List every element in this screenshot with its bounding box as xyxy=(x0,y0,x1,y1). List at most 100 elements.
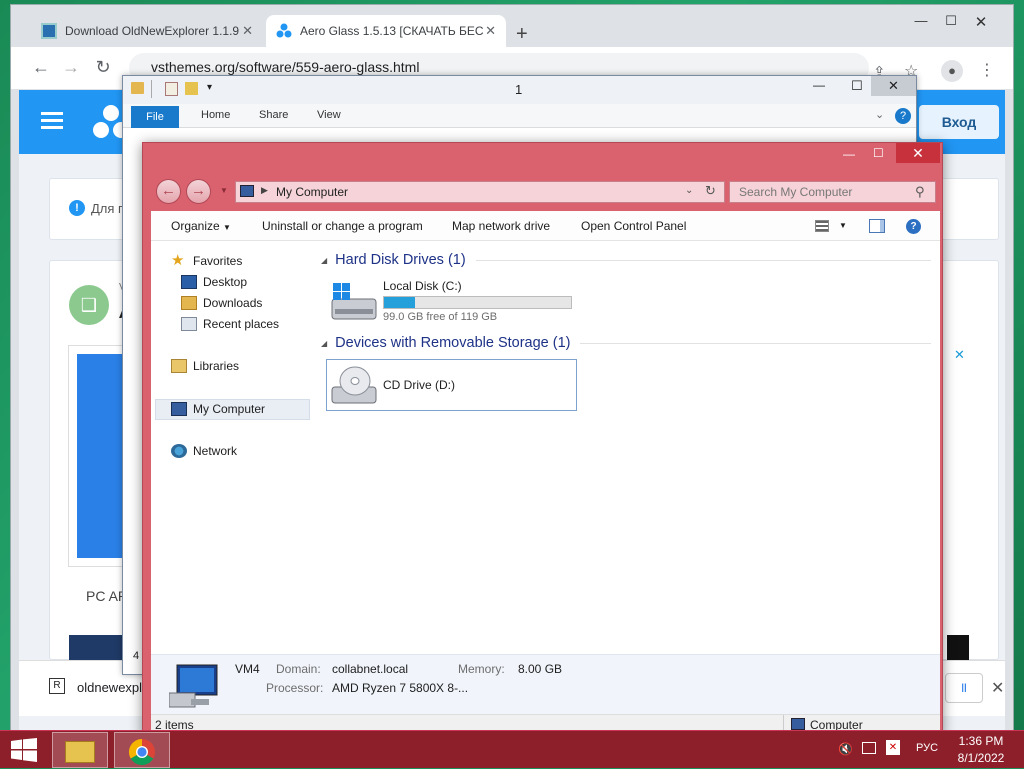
profile-avatar-icon[interactable]: ● xyxy=(941,60,963,82)
maximize-button[interactable]: ☐ xyxy=(936,13,966,29)
reload-icon[interactable]: ↻ xyxy=(91,57,115,78)
address-breadcrumb[interactable]: My Computer xyxy=(235,181,725,203)
taskbar-file-explorer[interactable] xyxy=(52,732,108,768)
help-icon[interactable]: ? xyxy=(906,219,921,234)
maximize-button[interactable]: ☐ xyxy=(873,146,884,160)
ribbon-tab-home[interactable]: Home xyxy=(201,109,230,121)
group-divider xyxy=(475,259,931,261)
new-folder-icon[interactable] xyxy=(185,82,198,95)
open-control-panel-button[interactable]: Open Control Panel xyxy=(581,219,686,233)
close-button[interactable]: ✕ xyxy=(896,143,940,163)
minimize-button[interactable]: — xyxy=(813,78,825,92)
star-icon: ★ xyxy=(171,252,185,269)
downloads-folder-icon xyxy=(181,296,197,310)
group-removable-storage[interactable]: ◢ Devices with Removable Storage (1) xyxy=(321,335,931,351)
libraries-icon xyxy=(171,359,187,373)
divider xyxy=(151,80,152,98)
computer-status-icon xyxy=(791,718,805,730)
recent-locations-icon[interactable]: ▼ xyxy=(220,186,228,195)
domain-value: collabnet.local xyxy=(332,662,409,676)
search-input[interactable]: Search My Computer xyxy=(729,181,936,203)
breadcrumb-item[interactable]: My Computer xyxy=(276,185,348,199)
hamburger-menu-icon[interactable] xyxy=(41,112,63,130)
nav-libraries[interactable]: Libraries xyxy=(171,356,239,376)
nav-label: My Computer xyxy=(193,402,266,416)
nav-label: Network xyxy=(193,444,238,458)
nav-favorites[interactable]: ★ Favorites xyxy=(171,251,242,271)
nav-recent-places[interactable]: Recent places xyxy=(181,314,279,334)
file-explorer-icon xyxy=(65,741,95,763)
drive-c-name[interactable]: Local Disk (C:) xyxy=(383,279,462,293)
ribbon-tab-view[interactable]: View xyxy=(317,109,341,121)
ribbon-tab-file[interactable]: File xyxy=(131,106,179,128)
network-tray-icon[interactable] xyxy=(862,742,876,754)
minimize-button[interactable]: — xyxy=(843,147,855,161)
organize-button[interactable]: Organize ▼ xyxy=(171,219,231,233)
ad-close-icon[interactable]: ✕ xyxy=(954,347,965,363)
computer-icon xyxy=(171,402,187,416)
close-button[interactable]: ✕ xyxy=(966,13,996,31)
close-download-bar-icon[interactable]: ✕ xyxy=(991,678,1004,698)
group-label: Devices with Removable Storage (1) xyxy=(335,335,571,351)
group-hard-disk-drives[interactable]: ◢ Hard Disk Drives (1) xyxy=(321,252,931,268)
forward-icon[interactable]: → xyxy=(186,179,211,204)
clock[interactable]: 1:36 PM 8/1/2022 xyxy=(950,734,1012,765)
map-network-drive-button[interactable]: Map network drive xyxy=(452,219,550,233)
chevron-down-icon[interactable]: ▼ xyxy=(839,221,847,230)
tab-title: Download OldNewExplorer 1.1.9 xyxy=(65,24,240,38)
drive-c-usage-fill xyxy=(384,297,416,308)
action-center-icon[interactable]: ✕ xyxy=(886,740,900,755)
nav-network[interactable]: Network xyxy=(171,441,237,461)
nav-my-computer[interactable]: My Computer xyxy=(171,399,265,419)
search-icon[interactable]: ⚲ xyxy=(915,184,925,200)
back-icon[interactable]: ← xyxy=(156,179,181,204)
forward-icon[interactable]: → xyxy=(59,57,83,78)
memory-label: Memory: xyxy=(458,662,505,676)
browser-tab-oldnewexplorer[interactable]: Download OldNewExplorer 1.1.9 ✕ xyxy=(31,15,263,47)
maximize-button[interactable]: ☐ xyxy=(851,78,863,94)
nav-label: Downloads xyxy=(203,296,263,310)
vsthemes-favicon-icon xyxy=(276,23,292,39)
show-all-downloads-button[interactable]: ll xyxy=(945,673,983,703)
cd-drive-icon xyxy=(329,363,379,410)
processor-value: AMD Ryzen 7 5800X 8-... xyxy=(332,681,469,695)
properties-icon[interactable] xyxy=(165,82,178,96)
drive-c-usage-bar xyxy=(383,296,572,309)
nav-label: Recent places xyxy=(203,317,280,331)
login-button[interactable]: Вход xyxy=(919,105,999,139)
collapse-group-icon[interactable]: ◢ xyxy=(321,256,327,265)
volume-muted-icon[interactable]: 🔇 xyxy=(838,742,853,756)
domain-label: Domain: xyxy=(276,662,321,676)
info-icon: ! xyxy=(69,200,85,216)
preview-pane-icon[interactable] xyxy=(869,219,885,233)
browser-tab-aero-glass[interactable]: Aero Glass 1.5.13 [СКАЧАТЬ БЕС ✕ xyxy=(266,15,506,47)
address-dropdown-icon[interactable]: ⌄ xyxy=(685,185,693,196)
close-tab-icon[interactable]: ✕ xyxy=(485,23,496,39)
nav-label: Desktop xyxy=(203,275,248,289)
uninstall-program-button[interactable]: Uninstall or change a program xyxy=(262,219,423,233)
breadcrumb-chevron-icon[interactable]: ▶ xyxy=(261,185,268,196)
taskbar-chrome[interactable] xyxy=(114,732,170,768)
computer-large-icon xyxy=(168,663,221,712)
expand-ribbon-icon[interactable]: ⌄ xyxy=(875,108,884,121)
start-button[interactable] xyxy=(10,738,38,765)
minimize-button[interactable]: — xyxy=(906,13,936,28)
nav-desktop[interactable]: Desktop xyxy=(181,272,247,292)
collapse-group-icon[interactable]: ◢ xyxy=(321,339,327,348)
close-tab-icon[interactable]: ✕ xyxy=(242,23,253,39)
drive-d-name: CD Drive (D:) xyxy=(383,378,455,392)
close-button[interactable]: ✕ xyxy=(871,76,916,96)
quick-access-dropdown-icon[interactable]: ▾ xyxy=(207,82,212,93)
input-language[interactable]: РУС xyxy=(916,742,938,754)
computer-name: VM4 xyxy=(235,662,260,676)
view-options-icon[interactable] xyxy=(815,220,829,232)
clock-date: 8/1/2022 xyxy=(957,751,1005,765)
back-icon[interactable]: ← xyxy=(29,57,53,78)
ribbon-tab-share[interactable]: Share xyxy=(259,109,288,121)
new-tab-button[interactable]: + xyxy=(516,23,528,46)
nav-downloads[interactable]: Downloads xyxy=(181,293,262,313)
menu-kebab-icon[interactable]: ⋮ xyxy=(979,60,995,80)
organize-label: Organize xyxy=(171,219,220,233)
refresh-icon[interactable]: ↻ xyxy=(705,183,716,199)
help-icon[interactable]: ? xyxy=(895,108,911,124)
